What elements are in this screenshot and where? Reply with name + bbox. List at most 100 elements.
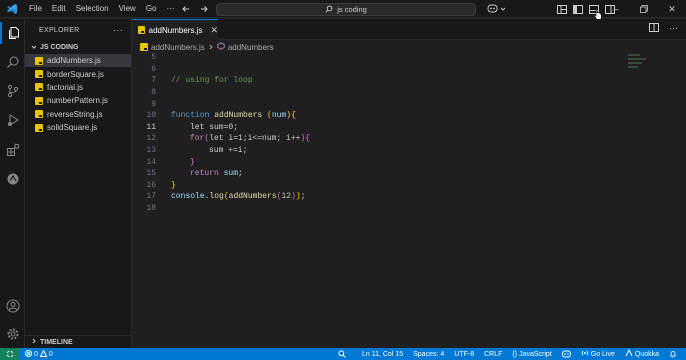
code-editor[interactable]: 5 6 7 // using for loop 8 9 10 function … xyxy=(132,52,686,348)
source-control-icon[interactable] xyxy=(0,80,25,102)
navigation-arrows xyxy=(180,2,210,16)
file-name: solidSquare.js xyxy=(47,123,98,133)
code-function-name: addNumbers xyxy=(214,111,263,121)
code-variable: sum xyxy=(223,169,239,179)
remote-indicator[interactable] xyxy=(0,348,20,360)
code-text: return sum; xyxy=(190,169,243,179)
account-icon[interactable] xyxy=(0,295,25,317)
extensions-icon[interactable] xyxy=(0,139,25,161)
menu-more[interactable]: ··· xyxy=(161,0,179,18)
menu-file[interactable]: File xyxy=(24,0,47,18)
copilot-icon xyxy=(487,3,498,15)
code-param: num xyxy=(271,111,287,121)
zoom-icon[interactable] xyxy=(333,350,351,358)
explorer-header: EXPLORER ··· xyxy=(25,19,131,41)
editor-tabs: addNumbers.js ✕ ··· xyxy=(132,19,686,40)
error-icon xyxy=(25,349,32,359)
explorer-more-button[interactable]: ··· xyxy=(113,25,123,35)
language-mode[interactable]: {} JavaScript xyxy=(507,351,556,358)
indentation[interactable]: Spaces: 4 xyxy=(408,351,449,358)
toggle-primary-sidebar-icon[interactable] xyxy=(572,2,584,16)
copilot-menu[interactable] xyxy=(487,3,506,15)
minimap[interactable] xyxy=(628,54,648,72)
minimize-icon[interactable]: – xyxy=(602,0,630,18)
forward-arrow-icon[interactable] xyxy=(198,2,210,16)
code-line: 11 let sum=0; xyxy=(132,122,686,134)
line-number: 6 xyxy=(151,64,156,74)
cursor-position[interactable]: Ln 11, Col 15 xyxy=(357,351,408,358)
code-line: 10 function addNumbers (num){ xyxy=(132,110,686,122)
workspace-folder[interactable]: JS CODING xyxy=(25,41,131,54)
customize-layout-icon[interactable] xyxy=(556,2,568,16)
folder-name: JS CODING xyxy=(40,44,79,51)
settings-gear-icon[interactable] xyxy=(0,323,25,345)
quokka-icon xyxy=(625,348,633,359)
encoding[interactable]: UTF-8 xyxy=(449,351,479,358)
search-icon xyxy=(325,5,333,15)
warning-count: 0 xyxy=(48,350,53,358)
file-name: numberPattern.js xyxy=(47,96,108,106)
file-name: factorial.js xyxy=(47,82,84,92)
quokka-button[interactable]: Quokka xyxy=(620,348,664,359)
search-activity-icon[interactable] xyxy=(0,51,25,73)
line-number: 14 xyxy=(146,157,156,167)
javascript-file-icon xyxy=(35,110,43,119)
command-center-search[interactable]: js coding xyxy=(216,3,476,16)
javascript-file-icon xyxy=(35,56,43,65)
javascript-file-icon xyxy=(140,43,148,51)
file-item[interactable]: numberPattern.js xyxy=(25,94,131,107)
line-number: 16 xyxy=(146,180,156,190)
file-item[interactable]: addNumbers.js xyxy=(25,54,131,68)
warning-icon xyxy=(39,348,48,359)
line-number: 8 xyxy=(151,88,156,98)
problems-indicator[interactable]: 0 0 xyxy=(20,348,58,359)
end-of-line[interactable]: CRLF xyxy=(479,351,507,358)
code-object: console xyxy=(171,192,205,202)
file-item[interactable]: reverseString.js xyxy=(25,108,131,121)
close-window-icon[interactable]: ✕ xyxy=(658,0,686,18)
explorer-icon[interactable] xyxy=(0,22,25,44)
menu-go[interactable]: Go xyxy=(141,0,162,18)
code-comment: // using for loop xyxy=(171,76,253,86)
window-controls: – ✕ xyxy=(602,0,686,18)
remote-explorer-icon[interactable] xyxy=(0,168,25,190)
line-number: 5 xyxy=(151,53,156,63)
code-line: 7 // using for loop xyxy=(132,75,686,87)
vscode-logo-icon xyxy=(0,0,24,18)
code-text: function addNumbers (num){ xyxy=(171,111,296,120)
code-keyword: for xyxy=(190,134,205,144)
menu-view[interactable]: View xyxy=(114,0,141,18)
breadcrumb-file[interactable]: addNumbers.js xyxy=(151,43,205,52)
line-number: 13 xyxy=(146,146,156,156)
code-line: 8 xyxy=(132,87,686,99)
editor-actions: ··· xyxy=(649,23,678,34)
file-item[interactable]: borderSquare.js xyxy=(25,67,131,80)
split-editor-icon[interactable] xyxy=(649,23,659,34)
run-debug-icon[interactable] xyxy=(0,109,25,131)
code-text: console.log(addNumbers(12)); xyxy=(171,192,306,202)
menu-selection[interactable]: Selection xyxy=(71,0,114,18)
code-keyword: function xyxy=(171,111,210,121)
line-number: 18 xyxy=(146,204,156,214)
back-arrow-icon[interactable] xyxy=(180,2,192,16)
file-item[interactable]: factorial.js xyxy=(25,81,131,94)
more-actions-button[interactable]: ··· xyxy=(669,23,678,34)
copilot-status-icon[interactable] xyxy=(557,350,576,358)
tab-addnumbers[interactable]: addNumbers.js ✕ xyxy=(132,19,218,40)
code-line: 6 xyxy=(132,64,686,76)
line-number: 15 xyxy=(146,169,156,179)
restore-icon[interactable] xyxy=(630,0,658,18)
code-line: 16 } xyxy=(132,180,686,192)
chevron-right-icon xyxy=(31,338,37,346)
breadcrumb-symbol[interactable]: addNumbers xyxy=(228,43,274,52)
menu-edit[interactable]: Edit xyxy=(47,0,71,18)
go-live-button[interactable]: Go Live xyxy=(576,349,620,359)
notifications-bell-icon[interactable] xyxy=(664,350,682,358)
line-number: 9 xyxy=(151,99,156,109)
close-tab-icon[interactable]: ✕ xyxy=(210,25,218,36)
title-bar: File Edit Selection View Go ··· js codin… xyxy=(0,0,686,20)
file-name: borderSquare.js xyxy=(47,69,104,79)
file-item[interactable]: solidSquare.js xyxy=(25,121,131,134)
timeline-section[interactable]: TIMELINE xyxy=(25,335,131,348)
code-line: 17 console.log(addNumbers(12)); xyxy=(132,191,686,203)
